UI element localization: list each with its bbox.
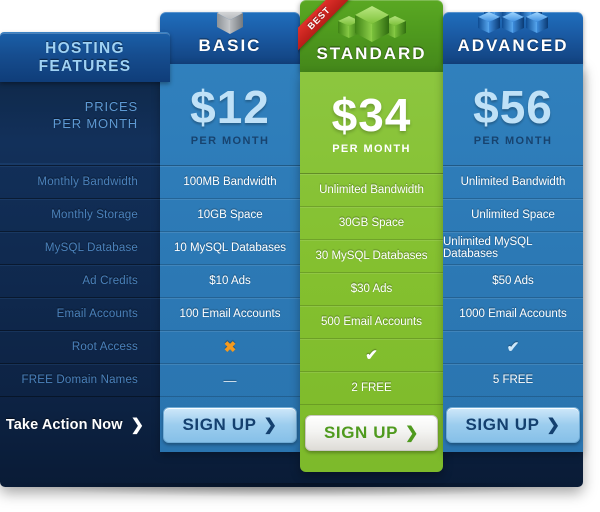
sidebar-feature-row: Monthly Storage	[0, 199, 160, 232]
plan-feature-value: 100 Email Accounts	[160, 298, 300, 331]
plan-feature-value: Unlimited Bandwidth	[300, 174, 443, 207]
features-sidebar: PRICES PER MONTH Monthly Bandwidth Month…	[0, 64, 160, 487]
sidebar-prices-line2: PER MONTH	[52, 115, 138, 131]
sidebar-feature-label: Root Access	[71, 341, 138, 353]
plan-body-advanced: $56 PER MONTH Unlimited Bandwidth Unlimi…	[443, 64, 583, 452]
sidebar-feature-label: FREE Domain Names	[21, 374, 138, 386]
signup-button-label: SIGN UP	[182, 415, 257, 434]
chevron-right-icon: ❯	[405, 425, 420, 442]
plan-feature-free-domains: 5 FREE	[443, 364, 583, 397]
sidebar-prices-label: PRICES PER MONTH	[53, 98, 138, 132]
plan-price-amount: $12	[190, 80, 270, 133]
plan-feature-value: 10GB Space	[160, 199, 300, 232]
signup-button-basic[interactable]: SIGN UP ❯	[163, 407, 297, 443]
plan-price-amount: $56	[473, 80, 553, 133]
best-badge: BEST	[298, 0, 360, 60]
sidebar-feature-label: Email Accounts	[56, 308, 138, 320]
dash-icon: —	[223, 372, 237, 388]
plan-feature-value: Unlimited Bandwidth	[443, 166, 583, 199]
plan-body-basic: $12 PER MONTH 100MB Bandwidth 10GB Space…	[160, 64, 300, 452]
plan-cta-standard: SIGN UP ❯	[300, 405, 443, 461]
signup-button-label: SIGN UP	[323, 423, 399, 442]
plan-feature-value: 500 Email Accounts	[300, 306, 443, 339]
chevron-right-icon: ❯	[130, 417, 144, 434]
plan-feature-free-domains: 2 FREE	[300, 372, 443, 405]
plan-feature-free-domains: —	[160, 364, 300, 397]
features-header-line1: HOSTING	[45, 39, 125, 57]
plan-feature-root-access: ✔	[300, 339, 443, 372]
take-action-now[interactable]: Take Action Now ❯	[0, 397, 160, 453]
features-header-line2: FEATURES	[38, 57, 132, 75]
plan-body-standard: $34 PER MONTH Unlimited Bandwidth 30GB S…	[300, 72, 443, 472]
plan-feature-value: 10 MySQL Databases	[160, 232, 300, 265]
sidebar-feature-row: Email Accounts	[0, 298, 160, 331]
plan-feature-value: 30GB Space	[300, 207, 443, 240]
check-icon: ✔	[506, 339, 520, 356]
plan-column-advanced[interactable]: ADVANCED $56 PER MONTH Unlimited Bandwid…	[443, 12, 583, 452]
plan-name-advanced: ADVANCED	[457, 36, 569, 55]
plan-feature-value: $10 Ads	[160, 265, 300, 298]
plan-feature-root-access: ✖	[160, 331, 300, 364]
sidebar-feature-row: Ad Credits	[0, 265, 160, 298]
plan-price-basic: $12 PER MONTH	[160, 64, 300, 166]
features-header-text: HOSTING FEATURES	[39, 40, 132, 76]
chevron-right-icon: ❯	[546, 417, 561, 434]
plan-feature-value: Unlimited MySQL Databases	[443, 232, 583, 265]
chevron-right-icon: ❯	[263, 417, 278, 434]
plan-cta-advanced: SIGN UP ❯	[443, 397, 583, 453]
take-action-now-label: Take Action Now	[5, 417, 123, 433]
plan-cta-basic: SIGN UP ❯	[160, 397, 300, 453]
plan-feature-root-access: ✔	[443, 331, 583, 364]
plan-header-basic: BASIC	[160, 12, 300, 64]
plan-price-period: PER MONTH	[473, 134, 553, 147]
plan-name-basic: BASIC	[198, 36, 262, 55]
cross-icon: ✖	[223, 339, 237, 356]
sidebar-feature-row: MySQL Database	[0, 232, 160, 265]
signup-button-standard[interactable]: SIGN UP ❯	[304, 415, 439, 451]
signup-button-advanced[interactable]: SIGN UP ❯	[446, 407, 580, 443]
plan-price-period: PER MONTH	[190, 134, 270, 147]
plan-price-standard: $34 PER MONTH	[300, 72, 443, 174]
sidebar-feature-row: Root Access	[0, 331, 160, 364]
sidebar-feature-row: Monthly Bandwidth	[0, 166, 160, 199]
plan-feature-value: 100MB Bandwidth	[160, 166, 300, 199]
plan-feature-value: 1000 Email Accounts	[443, 298, 583, 331]
single-cube-icon	[215, 12, 245, 36]
plan-price-advanced: $56 PER MONTH	[443, 64, 583, 166]
cube-cluster-icon	[475, 12, 551, 36]
sidebar-feature-label: Monthly Storage	[51, 209, 138, 221]
features-header: HOSTING FEATURES	[0, 32, 170, 82]
sidebar-feature-row: FREE Domain Names	[0, 364, 160, 397]
check-icon: ✔	[365, 347, 378, 364]
best-badge-label: BEST	[298, 0, 358, 57]
plan-header-advanced: ADVANCED	[443, 12, 583, 64]
sidebar-feature-label: Ad Credits	[82, 275, 138, 287]
plan-feature-value: 30 MySQL Databases	[300, 240, 443, 273]
signup-button-label: SIGN UP	[465, 415, 540, 434]
plan-feature-value: $50 Ads	[443, 265, 583, 298]
plan-price-amount: $34	[331, 88, 412, 141]
sidebar-feature-label: MySQL Database	[44, 242, 138, 254]
plan-price-period: PER MONTH	[332, 142, 411, 155]
plan-feature-value: $30 Ads	[300, 273, 443, 306]
pricing-table: HOSTING FEATURES PRICES PER MONTH Monthl…	[0, 0, 600, 512]
plan-column-standard[interactable]: BEST STANDARD $34 PER MONTH Unlimited Ba…	[298, 0, 443, 472]
plan-feature-value: Unlimited Space	[443, 199, 583, 232]
sidebar-feature-label: Monthly Bandwidth	[37, 176, 138, 188]
plan-column-basic[interactable]: BASIC $12 PER MONTH 100MB Bandwidth 10GB…	[160, 12, 300, 452]
sidebar-prices-line1: PRICES	[84, 98, 138, 114]
